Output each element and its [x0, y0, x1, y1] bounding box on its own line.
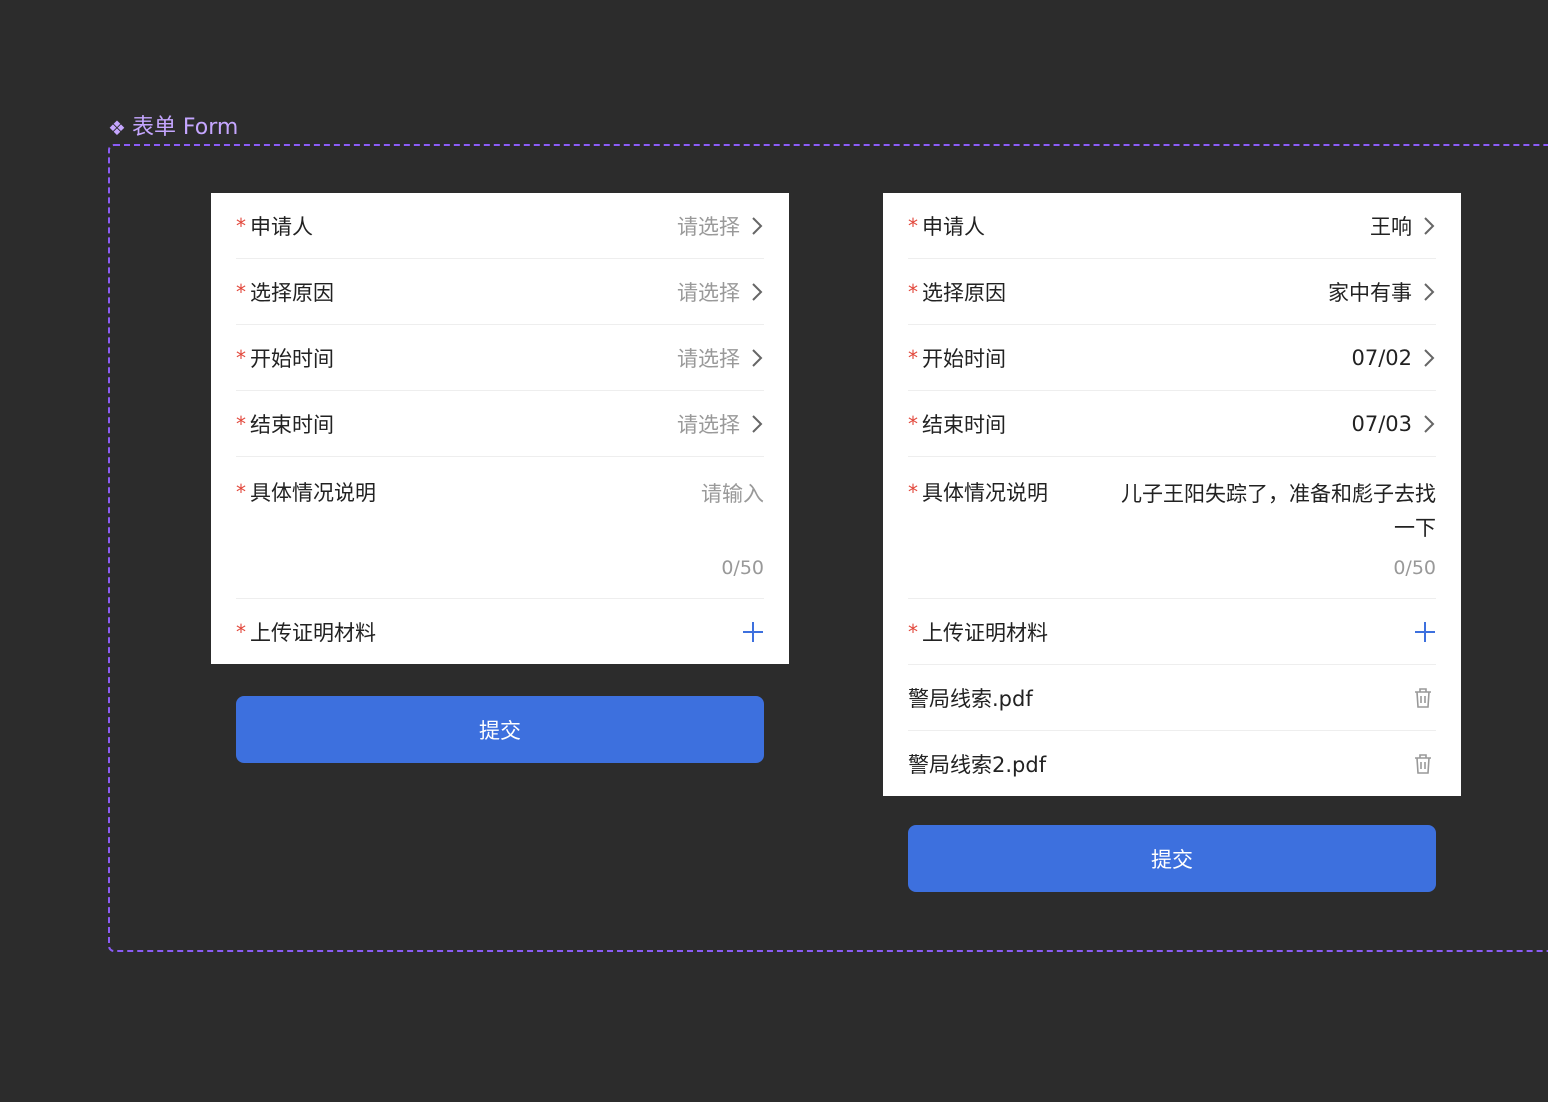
chevron-right-icon — [1424, 282, 1435, 301]
reason-label: 选择原因 — [250, 280, 334, 305]
reason-value: 请选择 — [677, 280, 740, 305]
start-time-label: 开始时间 — [922, 346, 1006, 371]
file-name[interactable]: 警局线索.pdf — [908, 683, 1033, 713]
description-field[interactable]: * 具体情况说明 儿子王阳失踪了，准备和彪子去找一下 0/50 — [908, 457, 1436, 599]
chevron-right-icon — [752, 216, 763, 235]
end-time-field[interactable]: * 结束时间 07/03 — [908, 391, 1436, 457]
upload-field: * 上传证明材料 — [236, 599, 764, 664]
description-input[interactable]: 请输入 — [444, 477, 764, 511]
plus-icon[interactable] — [742, 621, 764, 643]
start-time-label: 开始时间 — [250, 346, 334, 371]
description-label: 具体情况说明 — [250, 481, 376, 505]
description-input[interactable]: 儿子王阳失踪了，准备和彪子去找一下 — [1116, 477, 1436, 545]
applicant-label: 申请人 — [250, 214, 313, 239]
component-icon: ❖ — [108, 116, 126, 140]
description-field[interactable]: * 具体情况说明 请输入 0/50 — [236, 457, 764, 599]
required-mark: * — [908, 619, 918, 644]
plus-icon[interactable] — [1414, 621, 1436, 643]
chevron-right-icon — [752, 414, 763, 433]
trash-icon[interactable] — [1413, 687, 1433, 709]
frame-title-text: 表单 Form — [131, 115, 239, 140]
end-time-field[interactable]: * 结束时间 请选择 — [236, 391, 764, 457]
applicant-value: 王响 — [1370, 214, 1412, 239]
uploaded-file-row: 警局线索.pdf — [908, 665, 1436, 731]
required-mark: * — [908, 345, 918, 370]
frame-title: ❖ 表单 Form — [108, 114, 238, 142]
required-mark: * — [236, 213, 246, 238]
end-time-value: 07/03 — [1351, 411, 1412, 436]
uploaded-file-row: 警局线索2.pdf — [908, 731, 1436, 796]
reason-value: 家中有事 — [1328, 280, 1412, 305]
reason-field[interactable]: * 选择原因 请选择 — [236, 259, 764, 325]
char-counter: 0/50 — [721, 557, 764, 579]
start-time-value: 07/02 — [1351, 345, 1412, 370]
required-mark: * — [908, 480, 918, 504]
end-time-label: 结束时间 — [250, 412, 334, 437]
chevron-right-icon — [752, 348, 763, 367]
required-mark: * — [236, 480, 246, 504]
required-mark: * — [236, 279, 246, 304]
required-mark: * — [908, 213, 918, 238]
chevron-right-icon — [1424, 348, 1435, 367]
reason-field[interactable]: * 选择原因 家中有事 — [908, 259, 1436, 325]
required-mark: * — [908, 279, 918, 304]
upload-field: * 上传证明材料 — [908, 599, 1436, 665]
chevron-right-icon — [1424, 414, 1435, 433]
description-label: 具体情况说明 — [922, 481, 1048, 505]
file-name[interactable]: 警局线索2.pdf — [908, 749, 1046, 779]
applicant-value: 请选择 — [677, 214, 740, 239]
required-mark: * — [236, 619, 246, 644]
end-time-value: 请选择 — [677, 412, 740, 437]
start-time-field[interactable]: * 开始时间 请选择 — [236, 325, 764, 391]
applicant-field[interactable]: * 申请人 王响 — [908, 193, 1436, 259]
start-time-field[interactable]: * 开始时间 07/02 — [908, 325, 1436, 391]
trash-icon[interactable] — [1413, 753, 1433, 775]
submit-button[interactable]: 提交 — [908, 825, 1436, 892]
applicant-label: 申请人 — [922, 214, 985, 239]
char-counter: 0/50 — [1393, 557, 1436, 579]
upload-label: 上传证明材料 — [250, 620, 376, 645]
chevron-right-icon — [1424, 216, 1435, 235]
reason-label: 选择原因 — [922, 280, 1006, 305]
submit-button[interactable]: 提交 — [236, 696, 764, 763]
upload-label: 上传证明材料 — [922, 620, 1048, 645]
chevron-right-icon — [752, 282, 763, 301]
form-card-empty: * 申请人 请选择 * 选择原因 请选择 * 开始时间 请选择 * 结束时间 请选择 *… — [211, 193, 789, 664]
end-time-label: 结束时间 — [922, 412, 1006, 437]
required-mark: * — [236, 345, 246, 370]
required-mark: * — [908, 411, 918, 436]
applicant-field[interactable]: * 申请人 请选择 — [236, 193, 764, 259]
start-time-value: 请选择 — [677, 346, 740, 371]
required-mark: * — [236, 411, 246, 436]
form-card-filled: * 申请人 王响 * 选择原因 家中有事 * 开始时间 07/02 * 结束时间 07/… — [883, 193, 1461, 796]
